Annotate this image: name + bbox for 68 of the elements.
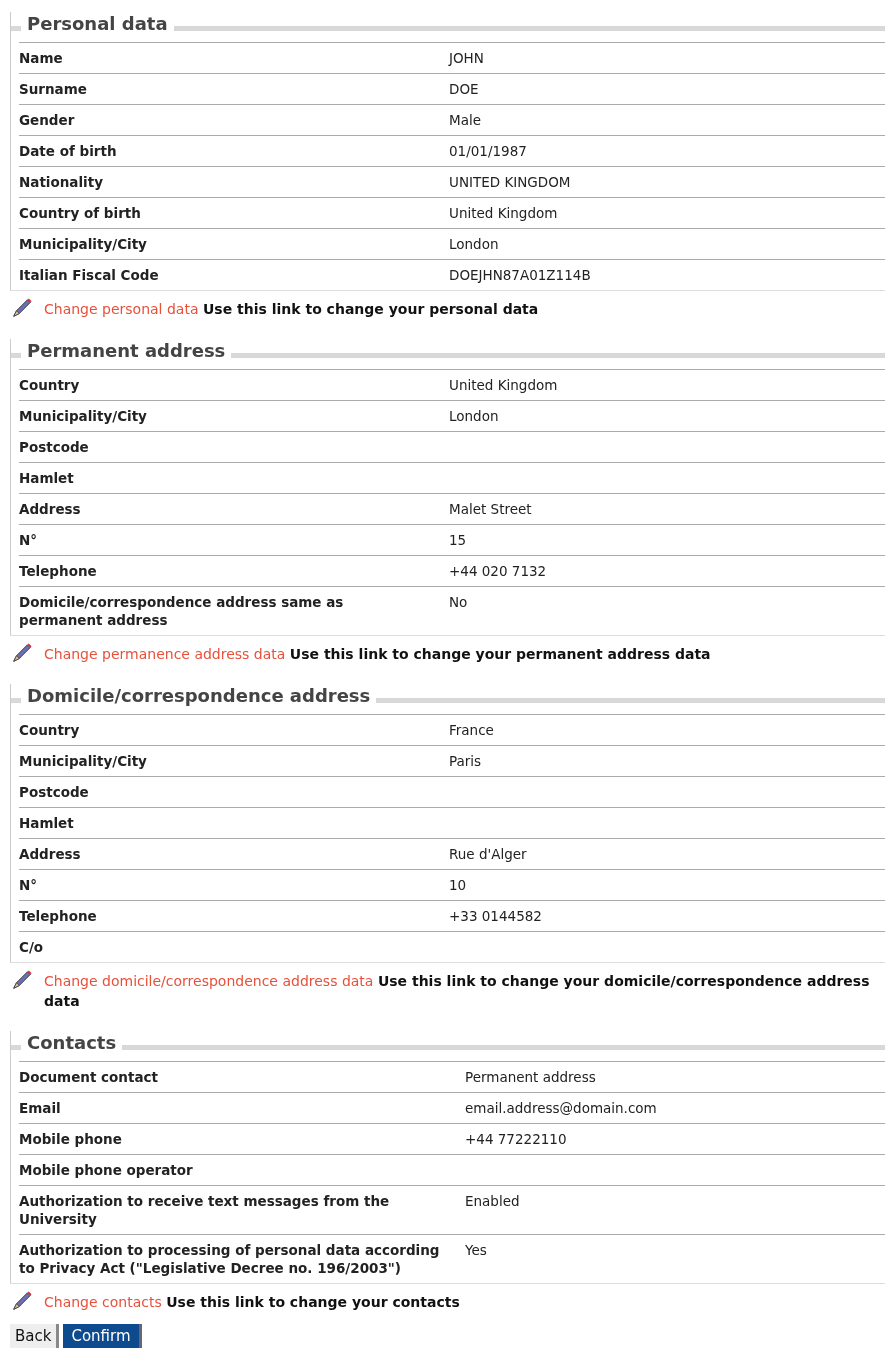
field-label: Nationality: [19, 173, 104, 191]
field-value: 15: [448, 531, 468, 549]
field-value: United Kingdom: [448, 376, 559, 394]
field-value: JOHN: [447, 49, 485, 67]
field-label: C/o: [19, 938, 45, 956]
pencil-icon: [10, 297, 34, 319]
field-label: Municipality/City: [19, 407, 148, 425]
field-label: Municipality/City: [19, 752, 148, 770]
field-label: Gender: [19, 111, 76, 129]
field-label: Authorization to processing of personal data according to Privacy Act ("Legislative Decree no. 196/2003"): [19, 1241, 441, 1277]
field-value: Enabled: [464, 1192, 521, 1211]
field-label: Country of birth: [19, 204, 142, 222]
field-value: email.address@domain.com: [464, 1099, 658, 1117]
field-value: Malet Street: [448, 500, 533, 518]
back-button[interactable]: Back: [10, 1324, 60, 1348]
field-label: Country: [19, 376, 81, 394]
field-value: Yes: [464, 1241, 488, 1260]
pencil-icon: [10, 642, 34, 664]
field-value: No: [448, 593, 469, 612]
field-label: Name: [19, 49, 64, 67]
field-label: Mobile phone: [19, 1130, 123, 1148]
field-label: Surname: [19, 80, 88, 98]
change-link[interactable]: Change domicile/correspondence address data: [44, 973, 374, 989]
field-value: +44 77222110: [464, 1130, 568, 1148]
field-label: Postcode: [19, 783, 90, 801]
field-value: London: [448, 407, 500, 425]
field-value: Permanent address: [464, 1068, 597, 1086]
link-description: Change contacts Use this link to change your contacts: [44, 1293, 460, 1312]
change-link[interactable]: Change permanence address data: [44, 646, 286, 662]
change-link[interactable]: Change contacts: [44, 1294, 162, 1310]
field-value: United Kingdom: [448, 204, 559, 222]
field-value: DOEJHN87A01Z114B: [448, 266, 592, 284]
pencil-icon: [10, 969, 34, 991]
field-value: +44 020 7132: [448, 562, 548, 580]
change-link[interactable]: Change personal data: [44, 301, 199, 317]
link-description: Change personal data Use this link to change your personal data: [44, 300, 539, 319]
field-label: Document contact: [19, 1068, 159, 1086]
field-label: N°: [19, 531, 39, 549]
link-description: Change domicile/correspondence address data Use this link to change your domicile/correspondence address data: [44, 972, 871, 1011]
field-value: 01/01/1987: [448, 142, 528, 160]
field-label: Country: [19, 721, 81, 739]
field-label: Email: [19, 1099, 62, 1117]
field-label: Telephone: [19, 907, 98, 925]
field-label: Municipality/City: [19, 235, 148, 253]
field-value: UNITED KINGDOM: [448, 173, 572, 191]
field-value: Rue d'Alger: [448, 845, 528, 863]
field-label: Date of birth: [19, 142, 118, 160]
pencil-icon: [10, 1290, 34, 1312]
field-value: +33 0144582: [448, 907, 543, 925]
field-label: Hamlet: [19, 814, 75, 832]
field-label: Address: [19, 845, 82, 863]
field-label: Mobile phone operator: [19, 1161, 194, 1179]
field-label: Hamlet: [19, 469, 75, 487]
confirm-button[interactable]: Confirm: [63, 1324, 142, 1348]
field-value: 10: [448, 876, 468, 894]
field-label: Postcode: [19, 438, 90, 456]
field-label: Domicile/correspondence address same as permanent address: [19, 593, 345, 629]
field-label: N°: [19, 876, 39, 894]
field-value: France: [448, 721, 495, 739]
field-value: Paris: [448, 752, 483, 770]
field-label: Telephone: [19, 562, 98, 580]
field-label: Authorization to receive text messages from the University: [19, 1192, 391, 1228]
field-value: London: [448, 235, 500, 253]
field-label: Address: [19, 500, 82, 518]
link-description: Change permanence address data Use this link to change your permanent address data: [44, 645, 711, 664]
field-value: DOE: [448, 80, 480, 98]
field-value: Male: [448, 111, 482, 129]
field-label: Italian Fiscal Code: [19, 266, 160, 284]
